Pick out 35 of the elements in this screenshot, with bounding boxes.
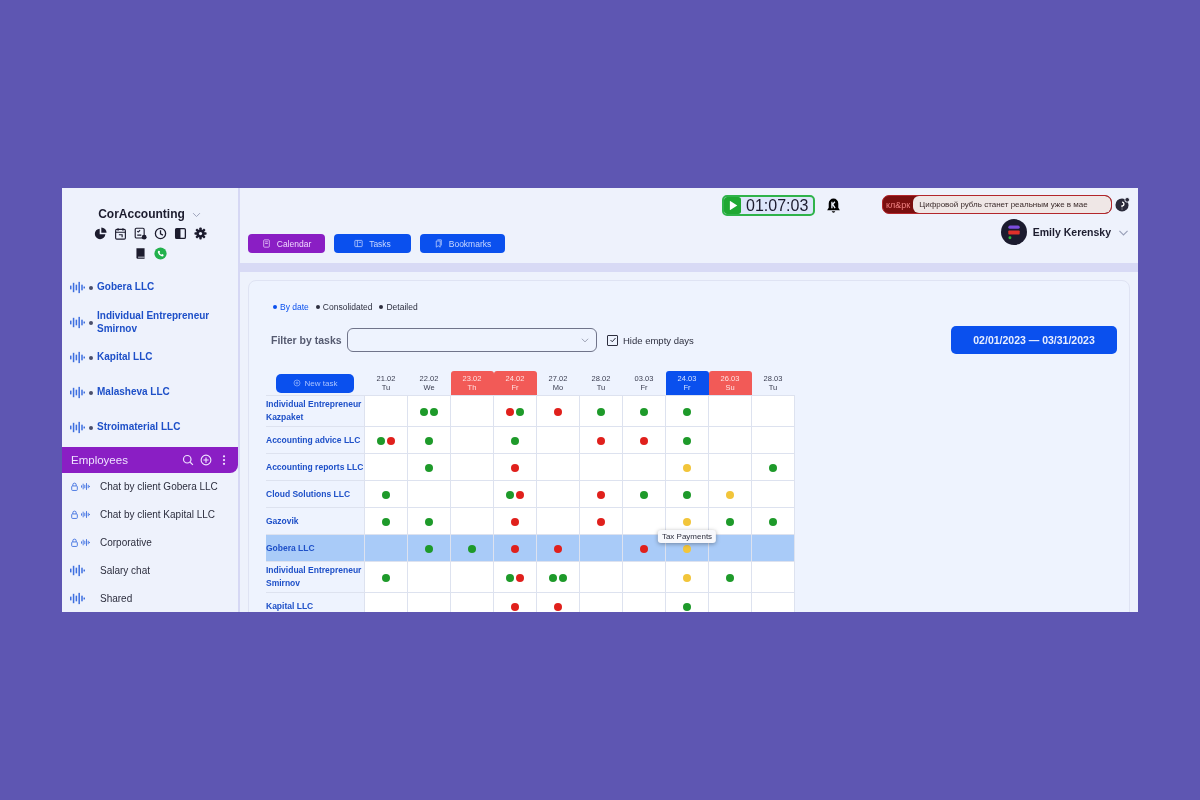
client-chat-link[interactable]: Kapital LLC: [97, 351, 153, 364]
table-row[interactable]: Accounting reports LLC: [266, 453, 795, 481]
news-ticker[interactable]: кл&рк Цифровой рубль станет реальным уже в мае: [882, 195, 1112, 214]
checkbox-label: Hide empty days: [623, 334, 694, 346]
client-chat-link[interactable]: Individual Entrepreneur Smirnov: [97, 310, 230, 335]
nav-tab[interactable]: Calendar: [248, 234, 325, 253]
nav-tab[interactable]: Bookmarks: [420, 234, 505, 253]
nav-tab[interactable]: Tasks: [334, 234, 411, 253]
view-mode-option[interactable]: By date: [273, 302, 309, 312]
table-row[interactable]: Gobera LLC Tax Payments: [266, 534, 795, 562]
news-brand: кл&рк: [885, 199, 912, 210]
chat-link[interactable]: Shared: [100, 592, 133, 604]
table-row[interactable]: Individual Entrepreneur Smirnov: [266, 561, 795, 593]
table-row[interactable]: Accounting advice LLC: [266, 426, 795, 454]
client-chat-link[interactable]: Malasheva LLC: [97, 386, 170, 399]
new-task-button[interactable]: New task: [276, 373, 354, 393]
client-chat-link[interactable]: Gobera LLC: [97, 281, 155, 294]
user-name[interactable]: Emily Kerensky: [1032, 226, 1111, 238]
table-row[interactable]: Kapital LLC: [266, 592, 795, 612]
chat-link[interactable]: Chat by client Gobera LLC: [100, 481, 218, 493]
news-headline: Цифровой рубль станет реальным уже в мае: [913, 196, 1111, 213]
client-chat-link[interactable]: Stroimaterial LLC: [97, 421, 181, 434]
table-row[interactable]: Gazovik: [266, 507, 795, 535]
view-mode-option[interactable]: Consolidated: [315, 302, 373, 312]
view-mode-option[interactable]: Detailed: [379, 302, 418, 312]
table-row[interactable]: Individual Entrepreneur Kazpaket: [266, 395, 795, 427]
table-row[interactable]: Cloud Solutions LLC: [266, 480, 795, 508]
date-range-button[interactable]: 02/01/2023 — 03/31/2023: [951, 326, 1117, 354]
filter-label: Filter by tasks: [271, 334, 343, 346]
chat-link[interactable]: Chat by client Kapital LLC: [100, 509, 216, 521]
chat-link[interactable]: Salary chat: [100, 564, 151, 576]
chat-link[interactable]: Corporative: [100, 537, 152, 548]
section-title: Employees: [71, 454, 129, 466]
timer-value: 01:07:03: [745, 197, 810, 214]
app-name: CorAccounting: [98, 207, 185, 221]
